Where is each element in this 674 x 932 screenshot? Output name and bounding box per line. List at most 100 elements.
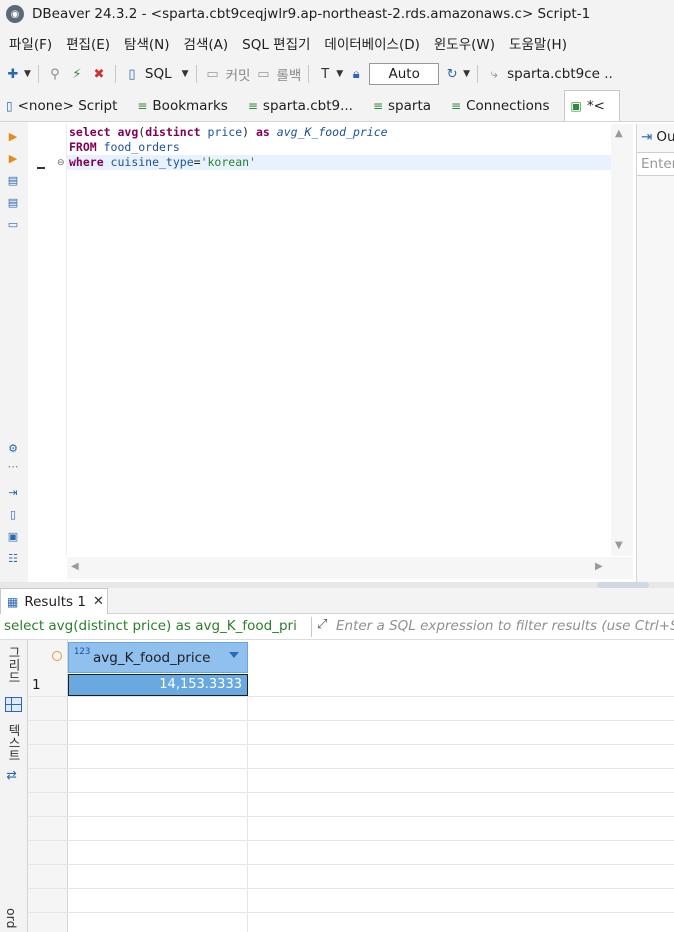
results-grid[interactable]: 123 avg_K_food_price 1 14,153.3333 xyxy=(28,640,674,932)
execute-script-icon[interactable]: ▤ xyxy=(5,172,21,188)
chevron-down-icon[interactable]: ▼ xyxy=(336,69,343,79)
chevron-down-icon[interactable]: ▼ xyxy=(463,69,470,79)
menu-help[interactable]: 도움말(H) xyxy=(504,33,576,53)
new-connection-icon[interactable]: ✚ xyxy=(4,65,22,83)
execute-in-new-tab-icon[interactable]: ▶ xyxy=(5,150,21,166)
toolbar-divider xyxy=(308,65,310,83)
commit-button[interactable]: 커밋 xyxy=(226,64,251,84)
column-name: avg_K_food_price xyxy=(93,650,211,666)
variables-icon[interactable]: ▣ xyxy=(5,528,21,544)
transaction-mode-select[interactable]: Auto xyxy=(369,63,440,85)
transaction-mode-icon[interactable]: T xyxy=(316,65,334,83)
code-line-1: select avg(distinct price) as avg_K_food… xyxy=(69,125,388,139)
menu-bar: 파일(F) 편집(E) 탐색(N) 검색(A) SQL 편집기 데이터베이스(D… xyxy=(0,28,674,58)
menu-file[interactable]: 파일(F) xyxy=(4,33,61,53)
tab-label: sparta.cbt9... xyxy=(262,97,353,114)
menu-database[interactable]: 데이터베이스(D) xyxy=(319,33,428,53)
executed-query-text[interactable]: select avg(distinct price) as avg_K_food… xyxy=(4,618,297,634)
sort-dropdown-icon[interactable] xyxy=(229,652,239,658)
results-tab-label: Results 1 xyxy=(24,593,86,610)
toolbar-divider xyxy=(37,65,39,83)
menu-sql-editor[interactable]: SQL 편집기 xyxy=(237,33,319,53)
grid-line xyxy=(28,864,674,865)
column-header-avg-k-food-price[interactable]: 123 avg_K_food_price xyxy=(68,642,248,673)
disconnect-icon[interactable]: ✖ xyxy=(90,65,108,83)
scroll-left-icon[interactable]: ◀ xyxy=(71,561,79,572)
tab-script-1[interactable]: ▣ *< xyxy=(563,90,620,121)
tab-label: *< xyxy=(586,98,605,114)
fold-collapse-icon[interactable]: ⊖ xyxy=(57,158,65,168)
rollback-icon[interactable]: ▭ xyxy=(254,65,272,83)
outline-panel: ⇥ Ou Enter xyxy=(636,124,674,582)
outline-icon[interactable]: ☷ xyxy=(5,550,21,566)
execute-script-new-tab-icon[interactable]: ▤ xyxy=(5,194,21,210)
title-bar: ◉ DBeaver 24.3.2 - <sparta.cbt9ceqjwlr9.… xyxy=(0,0,674,28)
connection-icon: ≡ xyxy=(247,98,258,113)
commit-icon[interactable]: ▭ xyxy=(204,65,222,83)
line-gutter xyxy=(37,124,67,556)
problems-icon[interactable]: ▯ xyxy=(5,506,21,522)
grid-line xyxy=(28,840,674,841)
bookmark-icon: ≡ xyxy=(137,98,148,113)
sql-script-icon: ▣ xyxy=(570,99,582,113)
connect-icon[interactable]: ⚡ xyxy=(68,65,86,83)
history-icon[interactable]: ↻ xyxy=(443,65,461,83)
grid-icon[interactable] xyxy=(5,697,22,712)
record-view-tab[interactable]: ord xyxy=(4,908,19,929)
text-view-tab[interactable]: 텍스트 xyxy=(4,724,23,762)
expand-filter-icon[interactable]: ⤢ xyxy=(317,617,327,632)
results-tab-bar: ▦ Results 1 ✕ xyxy=(0,588,674,614)
rollback-button[interactable]: 롤백 xyxy=(276,64,301,84)
editor-vertical-scrollbar[interactable]: ▲ ▼ xyxy=(611,124,633,556)
active-datasource[interactable]: sparta.cbt9ce .. xyxy=(507,66,613,82)
tab-results-1[interactable]: ▦ Results 1 ✕ xyxy=(0,588,108,614)
explain-plan-icon[interactable]: ▭ xyxy=(5,216,21,232)
editor-action-gutter: ▶ ▶ ▤ ▤ ▭ ⚙ ⋯ ⇥ ▯ ▣ ☷ xyxy=(0,122,28,582)
scroll-down-icon[interactable]: ▼ xyxy=(615,540,623,551)
execute-statement-icon[interactable]: ▶ xyxy=(5,128,21,144)
grid-view-tab[interactable]: 그리드 xyxy=(4,646,23,684)
menu-navigate[interactable]: 탐색(N) xyxy=(119,33,178,53)
code-line-2: FROM food_orders xyxy=(69,140,180,154)
row-number[interactable]: 1 xyxy=(32,677,41,693)
toolbar-divider xyxy=(477,65,479,83)
scroll-up-icon[interactable]: ▲ xyxy=(615,128,623,139)
settings-gear-icon[interactable]: ⚙ xyxy=(5,440,21,456)
datasource-icon[interactable]: ⤷ xyxy=(485,65,503,83)
menu-window[interactable]: 윈도우(W) xyxy=(429,33,504,53)
editor-horizontal-scrollbar[interactable]: ◀ ▶ xyxy=(67,557,633,579)
editor-tab-bar: ▯ <none> Script ≡ Bookmarks ≡ sparta.cbt… xyxy=(0,90,674,122)
menu-edit[interactable]: 편집(E) xyxy=(61,33,119,53)
sql-editor[interactable]: ⊖ select avg(distinct price) as avg_K_fo… xyxy=(37,124,611,556)
tab-script[interactable]: ▯ <none> Script xyxy=(0,90,131,121)
lock-icon[interactable]: 🔒︎ xyxy=(347,65,365,83)
result-cell[interactable]: 14,153.3333 xyxy=(68,674,248,696)
chevron-down-icon[interactable]: ▼ xyxy=(182,69,189,79)
row-order-icon[interactable] xyxy=(52,651,62,661)
main-toolbar: ✚ ▼ ⚲ ⚡ ✖ ▯ SQL ▼ ▭ 커밋 ▭ 롤백 T ▼ 🔒︎ Auto … xyxy=(0,58,674,90)
outline-panel-header[interactable]: ⇥ Ou xyxy=(637,124,674,150)
export-icon[interactable]: ⇥ xyxy=(5,484,21,500)
grid-column-line xyxy=(247,696,248,932)
database-icon: ≡ xyxy=(372,98,384,113)
chevron-down-icon[interactable]: ▼ xyxy=(24,69,31,79)
tab-connections[interactable]: ≡ Connections xyxy=(445,90,563,121)
sql-editor-icon[interactable]: ▯ xyxy=(123,65,141,83)
results-filter-bar: select avg(distinct price) as avg_K_food… xyxy=(0,614,674,640)
table-icon: ▦ xyxy=(7,594,19,609)
filter-expression-input[interactable]: Enter a SQL expression to filter results… xyxy=(336,618,674,634)
close-icon[interactable]: ✕ xyxy=(93,594,104,609)
plug-icon[interactable]: ⚲ xyxy=(46,65,64,83)
scroll-right-icon[interactable]: ▶ xyxy=(595,561,603,572)
more-dots-icon[interactable]: ⋯ xyxy=(5,458,21,474)
sql-button[interactable]: SQL xyxy=(145,66,172,82)
tab-sparta-connection[interactable]: ≡ sparta.cbt9... xyxy=(242,90,367,121)
text-view-icon[interactable]: ⇅ xyxy=(4,770,19,780)
outline-filter-input[interactable]: Enter xyxy=(637,152,674,176)
script-icon: ▯ xyxy=(6,98,13,113)
menu-search[interactable]: 검색(A) xyxy=(179,33,238,53)
tab-bookmarks[interactable]: ≡ Bookmarks xyxy=(131,90,242,121)
tab-label: sparta xyxy=(388,97,432,114)
current-line-marker xyxy=(37,167,45,169)
tab-sparta[interactable]: ≡ sparta xyxy=(367,90,445,121)
